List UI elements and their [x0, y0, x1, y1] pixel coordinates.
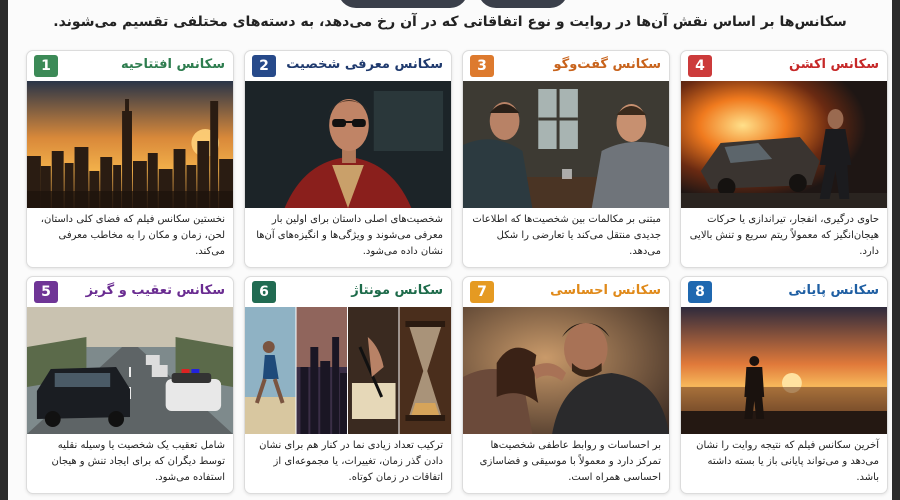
card-description: مبتنی بر مکالمات بین شخصیت‌ها که اطلاعات…: [472, 214, 661, 257]
card-description: شامل تعقیب یک شخصیت یا وسیله نقلیه توسط …: [51, 440, 225, 483]
card-number-badge: 3: [470, 55, 494, 77]
card-description: حاوی درگیری، انفجار، تیراندازی یا حرکات …: [689, 214, 879, 257]
card-header: 5 سکانس تعقیب و گریز: [27, 277, 233, 307]
car-chase-police-image: [27, 307, 233, 434]
card-ending-sequence[interactable]: 8 سکانس پایانی آخرین سکانس فیلم که نتیجه…: [680, 276, 888, 494]
cropped-header-strip: [8, 0, 892, 10]
card-title: سکانس مونتاژ: [351, 283, 443, 298]
card-description: نخستین سکانس فیلم که فضای کلی داستان، لح…: [40, 214, 225, 257]
card-header: 2 سکانس معرفی شخصیت: [245, 51, 451, 81]
card-header: 7 سکانس احساسی: [463, 277, 669, 307]
car-explosion-running-man-image: [681, 81, 887, 208]
card-description: شخصیت‌های اصلی داستان برای اولین بار معر…: [256, 214, 443, 257]
couple-embrace-image: [463, 307, 669, 434]
card-header: 4 سکانس اکشن: [681, 51, 887, 81]
card-header: 1 سکانس افتتاحیه: [27, 51, 233, 81]
card-title: سکانس گفت‌وگو: [553, 57, 661, 72]
card-action-sequence[interactable]: 4 سکانس اکشن حاوی درگیری، انفجار، تیراند…: [680, 50, 888, 268]
card-number-badge: 8: [688, 281, 712, 303]
card-chase-sequence[interactable]: 5 سکانس تعقیب و گریز شامل تعقیب یک شخصیت…: [26, 276, 234, 494]
card-number-badge: 6: [252, 281, 276, 303]
card-title: سکانس افتتاحیه: [120, 57, 225, 72]
card-header: 8 سکانس پایانی: [681, 277, 887, 307]
card-header: 3 سکانس گفت‌وگو: [463, 51, 669, 81]
card-description: ترکیب تعداد زیادی نما در کنار هم برای نش…: [259, 440, 443, 483]
card-number-badge: 4: [688, 55, 712, 77]
intro-text: سکانس‌ها بر اساس نقش آن‌ها در روایت و نو…: [53, 14, 847, 30]
man-silhouette-sunset-sea-image: [681, 307, 887, 434]
card-title: سکانس تعقیب و گریز: [85, 283, 225, 298]
card-character-intro-sequence[interactable]: 2 سکانس معرفی شخصیت شخصیت‌های اصلی داستا…: [244, 50, 452, 268]
card-title: سکانس معرفی شخصیت: [286, 57, 443, 72]
card-title: سکانس پایانی: [788, 283, 879, 298]
two-men-talking-at-table-image: [463, 81, 669, 208]
card-title: سکانس احساسی: [550, 283, 661, 298]
man-red-jacket-sunglasses-image: [245, 81, 451, 208]
card-header: 6 سکانس مونتاژ: [245, 277, 451, 307]
page: سکانس‌ها بر اساس نقش آن‌ها در روایت و نو…: [8, 0, 892, 500]
card-emotional-sequence[interactable]: 7 سکانس احساسی بر احساسات و روابط عاطفی …: [462, 276, 670, 494]
card-number-badge: 1: [34, 55, 58, 77]
card-opening-sequence[interactable]: 1 سکانس افتتاحیه نخستین سکانس فیلم که فض…: [26, 50, 234, 268]
city-skyline-sunset-image: [27, 81, 233, 208]
montage-runner-city-writing-hourglass-image: [245, 307, 451, 434]
card-description: آخرین سکانس فیلم که نتیجه روایت را نشان …: [696, 440, 879, 483]
card-number-badge: 5: [34, 281, 58, 303]
card-montage-sequence[interactable]: 6 سکانس مونتاژ ترکیب تعداد زیادی نما در …: [244, 276, 452, 494]
card-dialogue-sequence[interactable]: 3 سکانس گفت‌وگو مبتنی بر مکالمات بین شخص…: [462, 50, 670, 268]
card-number-badge: 2: [252, 55, 276, 77]
card-number-badge: 7: [470, 281, 494, 303]
card-description: بر احساسات و روابط عاطفی شخصیت‌ها تمرکز …: [479, 440, 661, 483]
card-title: سکانس اکشن: [789, 57, 879, 72]
